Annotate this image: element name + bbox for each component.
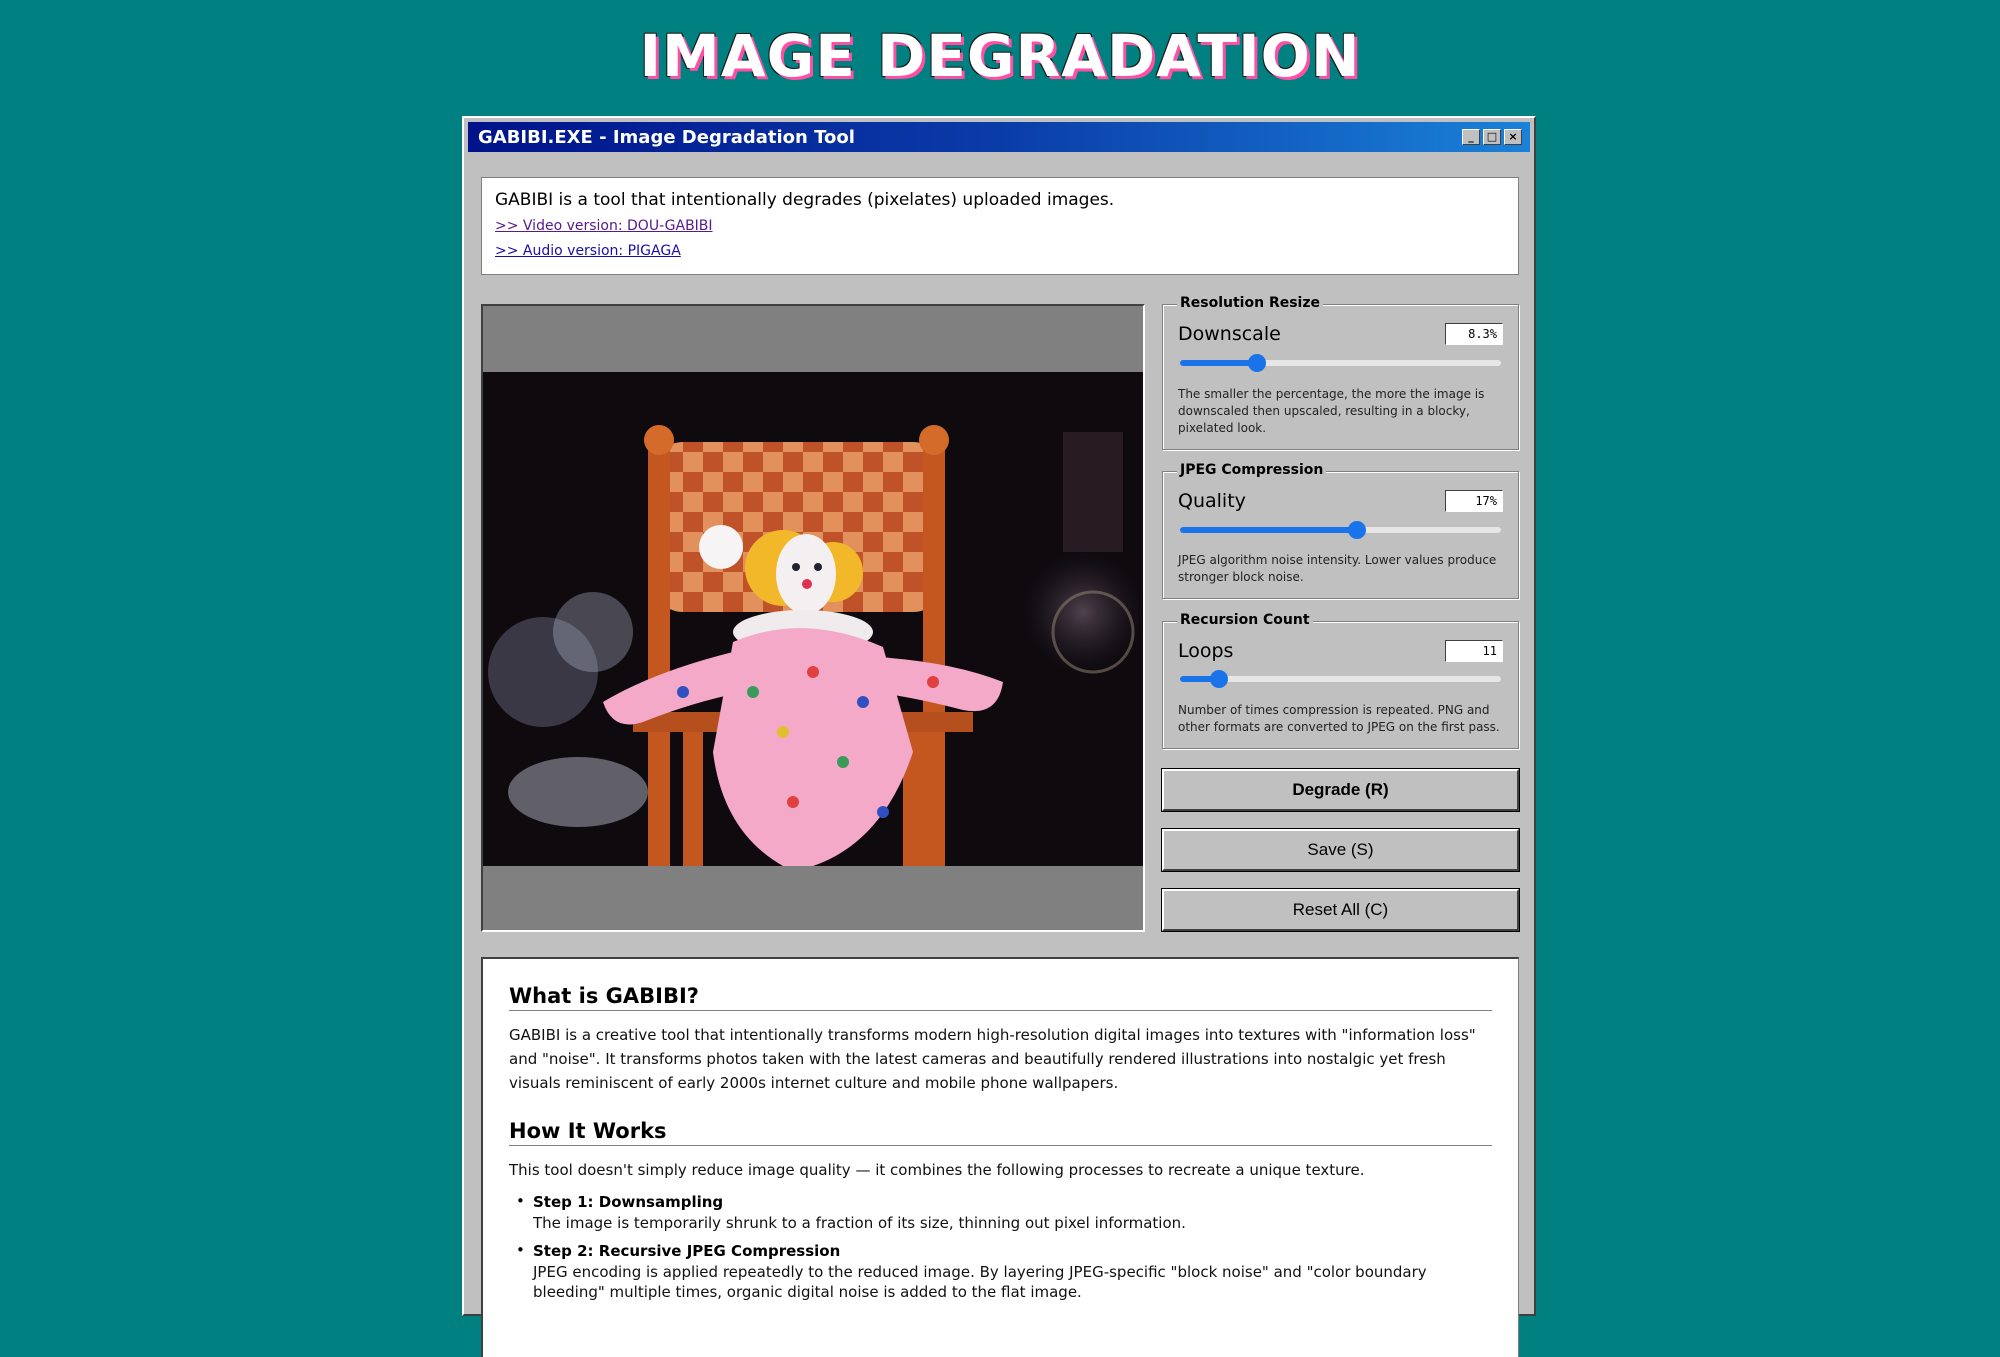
what-is-heading: What is GABIBI? [509, 984, 1492, 1011]
jpeg-compression-group: JPEG Compression Quality 17% JPEG algori… [1162, 462, 1519, 599]
step-description: JPEG encoding is applied repeatedly to t… [533, 1263, 1427, 1301]
downscale-description: The smaller the percentage, the more the… [1178, 387, 1485, 435]
loops-row: Loops 11 [1178, 638, 1503, 664]
close-button[interactable]: × [1504, 129, 1522, 145]
image-preview [481, 304, 1145, 932]
save-button[interactable]: Save (S) [1161, 828, 1520, 872]
maximize-button[interactable]: □ [1483, 129, 1501, 145]
loops-slider-track [1180, 676, 1501, 682]
downscale-slider-fill [1180, 360, 1258, 366]
downscale-row: Downscale 8.3% [1178, 321, 1503, 347]
quality-description: JPEG algorithm noise intensity. Lower va… [1178, 553, 1497, 584]
degrade-button[interactable]: Degrade (R) [1161, 768, 1520, 812]
resolution-resize-legend: Resolution Resize [1177, 295, 1323, 311]
downscale-slider-thumb[interactable] [1248, 354, 1267, 372]
app-window: GABIBI.EXE - Image Degradation Tool _ □ … [462, 116, 1536, 1357]
quality-slider[interactable] [1180, 521, 1501, 539]
quality-row: Quality 17% [1178, 488, 1503, 514]
resolution-resize-group: Resolution Resize Downscale 8.3% The sma… [1162, 295, 1519, 450]
how-it-works-intro: This tool doesn't simply reduce image qu… [509, 1161, 1365, 1179]
info-panel: What is GABIBI? GABIBI is a creative too… [481, 957, 1519, 1357]
list-item: Step 2: Recursive JPEG Compression JPEG … [509, 1241, 1492, 1302]
loops-slider-thumb[interactable] [1209, 670, 1228, 688]
what-is-body: GABIBI is a creative tool that intention… [509, 1026, 1476, 1092]
window-title: GABIBI.EXE - Image Degradation Tool [478, 126, 855, 148]
list-item: Step 1: Downsampling The image is tempor… [509, 1192, 1492, 1233]
preview-image [483, 372, 1143, 866]
loops-label: Loops [1178, 640, 1234, 662]
intro-panel: GABIBI is a tool that intentionally degr… [481, 177, 1519, 275]
recursion-count-legend: Recursion Count [1177, 612, 1313, 628]
audio-version-link[interactable]: >> Audio version: PIGAGA [495, 243, 1505, 259]
loops-description: Number of times compression is repeated.… [1178, 703, 1500, 734]
quality-slider-thumb[interactable] [1347, 521, 1366, 539]
loops-slider[interactable] [1180, 670, 1501, 688]
step-title: Step 2: Recursive JPEG Compression [533, 1242, 841, 1260]
minimize-button[interactable]: _ [1462, 129, 1480, 145]
recursion-count-group: Recursion Count Loops 11 Number of times… [1162, 612, 1519, 749]
step-title: Step 1: Downsampling [533, 1193, 724, 1211]
reset-all-button[interactable]: Reset All (C) [1161, 888, 1520, 932]
step-description: The image is temporarily shrunk to a fra… [533, 1214, 1186, 1232]
jpeg-compression-legend: JPEG Compression [1177, 462, 1327, 478]
quality-label: Quality [1178, 490, 1246, 512]
how-it-works-heading: How It Works [509, 1119, 1492, 1146]
quality-slider-fill [1180, 527, 1357, 533]
downscale-slider[interactable] [1180, 354, 1501, 372]
video-version-link[interactable]: >> Video version: DOU-GABIBI [495, 218, 1505, 234]
downscale-label: Downscale [1178, 323, 1281, 345]
window-titlebar[interactable]: GABIBI.EXE - Image Degradation Tool _ □ … [468, 122, 1530, 152]
clown-doll-image [483, 372, 1143, 866]
page-title: IMAGE DEGRADATION [639, 22, 1361, 90]
intro-text: GABIBI is a tool that intentionally degr… [495, 190, 1115, 210]
downscale-value-field[interactable]: 8.3% [1445, 323, 1503, 345]
steps-list: Step 1: Downsampling The image is tempor… [509, 1192, 1492, 1302]
loops-value-field[interactable]: 11 [1445, 640, 1503, 662]
quality-value-field[interactable]: 17% [1445, 490, 1503, 512]
window-controls: _ □ × [1462, 129, 1530, 145]
